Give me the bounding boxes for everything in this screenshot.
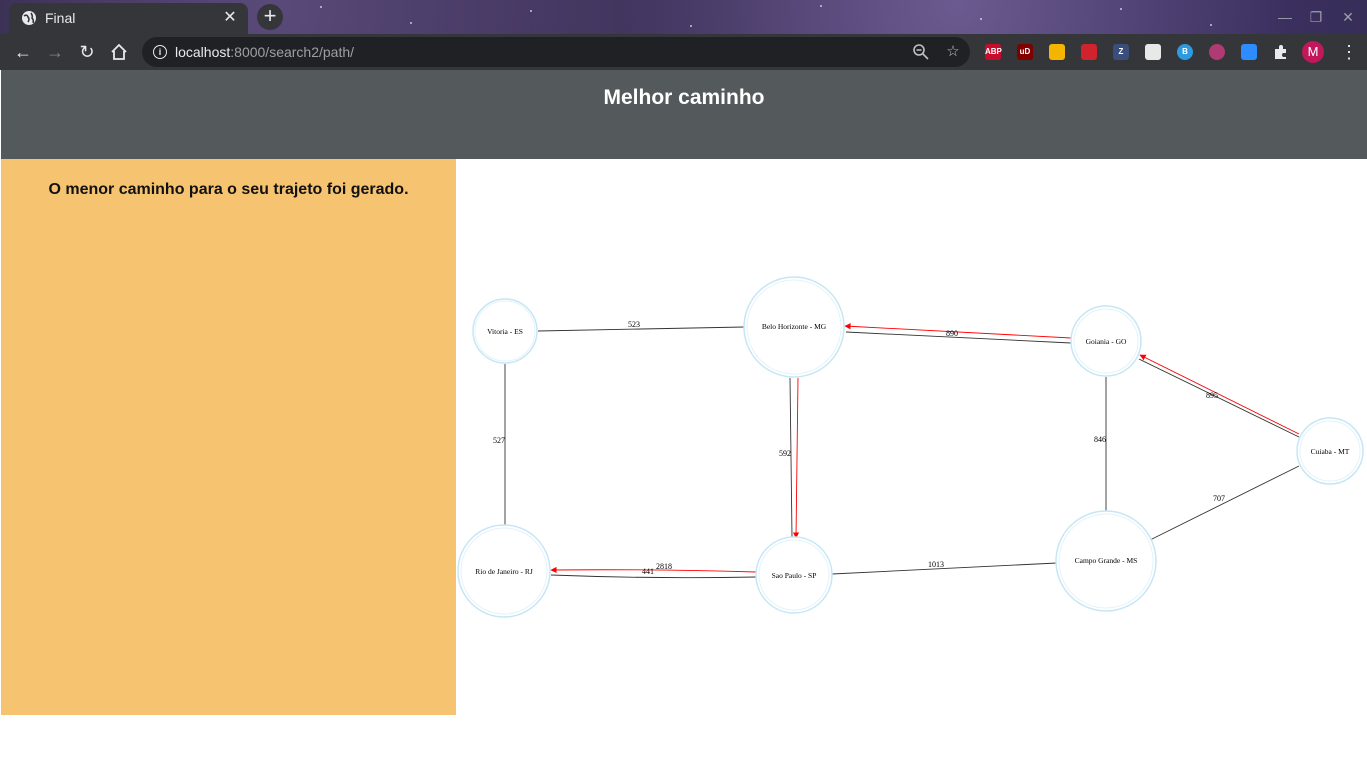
url-host: localhost xyxy=(175,44,231,60)
profile-avatar[interactable]: M xyxy=(1302,41,1324,63)
edge-weight-label: 527 xyxy=(493,436,505,445)
forward-icon[interactable]: → xyxy=(44,41,66,63)
result-message: O menor caminho para o seu trajeto foi g… xyxy=(48,181,409,198)
background-star xyxy=(690,25,692,27)
b-extension-icon[interactable]: B xyxy=(1177,44,1193,60)
zoom-out-icon[interactable] xyxy=(912,43,930,61)
globe-icon xyxy=(22,11,36,25)
mendeley-extension-icon[interactable] xyxy=(1081,44,1097,60)
bookmark-star-icon[interactable]: ☆ xyxy=(944,43,962,61)
background-star xyxy=(530,10,532,12)
address-bar[interactable]: i localhost:8000/search2/path/ ☆ xyxy=(142,37,970,67)
restore-icon[interactable]: ❐ xyxy=(1307,8,1325,26)
new-tab-button[interactable]: + xyxy=(257,4,283,30)
edge-cuiaba-cg[interactable] xyxy=(1149,465,1300,541)
page-title: Melhor caminho xyxy=(603,86,765,109)
close-window-icon[interactable]: ✕ xyxy=(1339,8,1357,26)
browser-tab[interactable]: Final ✕ xyxy=(9,3,248,34)
abp-extension-icon[interactable]: ABP xyxy=(985,44,1002,60)
route-graph[interactable]: 523 890 895 527 592 846 707 1013 441 281… xyxy=(456,159,1367,715)
node-label: Campo Grande - MS xyxy=(1075,556,1138,565)
node-label: Sao Paulo - SP xyxy=(772,571,817,580)
graph-node-goiania[interactable]: Goiania - GO xyxy=(1070,305,1142,377)
zoom-extension-icon[interactable] xyxy=(1241,44,1257,60)
edge-weight-label: 592 xyxy=(779,449,791,458)
ublock-extension-icon[interactable]: uD xyxy=(1017,44,1033,60)
colorful-extension-icon[interactable] xyxy=(1049,44,1065,60)
info-icon[interactable]: i xyxy=(153,45,167,59)
node-label: Belo Horizonte - MG xyxy=(762,322,827,331)
edge-weight-label: 441 xyxy=(642,567,654,576)
edge-weight-label: 1013 xyxy=(928,560,944,569)
graph-node-cuiaba[interactable]: Cuiaba - MT xyxy=(1296,417,1364,485)
background-star xyxy=(1120,8,1122,10)
edge-weight-label: 523 xyxy=(628,320,640,329)
edge-weight-label: 2818 xyxy=(656,562,672,571)
graph-node-cg[interactable]: Campo Grande - MS xyxy=(1055,510,1157,612)
graph-node-sp[interactable]: Sao Paulo - SP xyxy=(755,536,833,614)
node-label: Rio de Janeiro - RJ xyxy=(475,567,533,576)
node-label: Cuiaba - MT xyxy=(1311,447,1350,456)
edge-vitoria-bh[interactable] xyxy=(537,326,745,332)
tab-title: Final xyxy=(45,10,76,26)
graph-node-vitoria[interactable]: Vitoria - ES xyxy=(472,298,538,364)
path-edge-bh-sp[interactable] xyxy=(792,377,800,539)
background-star xyxy=(980,18,982,20)
background-star xyxy=(410,22,412,24)
graph-node-rio[interactable]: Rio de Janeiro - RJ xyxy=(457,524,551,618)
reload-icon[interactable]: ↻ xyxy=(76,41,98,63)
home-icon[interactable] xyxy=(110,43,128,61)
url-path: :8000/search2/path/ xyxy=(230,44,355,60)
background-star xyxy=(1210,24,1212,26)
background-star xyxy=(820,5,822,7)
edge-goiania-cuiaba[interactable] xyxy=(1138,358,1300,438)
edge-weight-label: 846 xyxy=(1094,435,1106,444)
path-edge-cuiaba-goiania[interactable] xyxy=(1139,354,1300,435)
page-header: Melhor caminho xyxy=(1,70,1367,159)
edge-sp-cg[interactable] xyxy=(831,562,1058,575)
close-icon[interactable]: ✕ xyxy=(220,8,240,28)
browser-tab-strip: Final ✕ + — ❐ ✕ xyxy=(0,0,1367,34)
graph-node-bh[interactable]: Belo Horizonte - MG xyxy=(743,276,845,378)
zotero-extension-icon[interactable]: Z xyxy=(1113,44,1129,60)
edge-weight-label: 890 xyxy=(946,329,958,338)
node-label: Vitoria - ES xyxy=(487,327,523,336)
edge-bh-goiania[interactable] xyxy=(845,331,1072,344)
node-label: Goiania - GO xyxy=(1086,337,1127,346)
download-extension-icon[interactable] xyxy=(1209,44,1225,60)
pdf-extension-icon[interactable] xyxy=(1145,44,1161,60)
background-star xyxy=(320,6,322,8)
menu-kebab-icon[interactable]: ⋮ xyxy=(1340,40,1358,64)
url-text[interactable]: localhost:8000/search2/path/ xyxy=(175,44,354,60)
extensions-puzzle-icon[interactable] xyxy=(1272,43,1290,61)
sidebar: O menor caminho para o seu trajeto foi g… xyxy=(1,159,456,715)
minimize-icon[interactable]: — xyxy=(1276,8,1294,26)
path-edge-goiania-bh[interactable] xyxy=(844,323,1072,339)
edge-weight-label: 895 xyxy=(1206,391,1218,400)
back-icon[interactable]: ← xyxy=(12,41,34,63)
browser-toolbar: ← → ↻ i localhost:8000/search2/path/ ☆ xyxy=(0,34,1367,70)
edge-weight-label: 707 xyxy=(1213,494,1225,503)
